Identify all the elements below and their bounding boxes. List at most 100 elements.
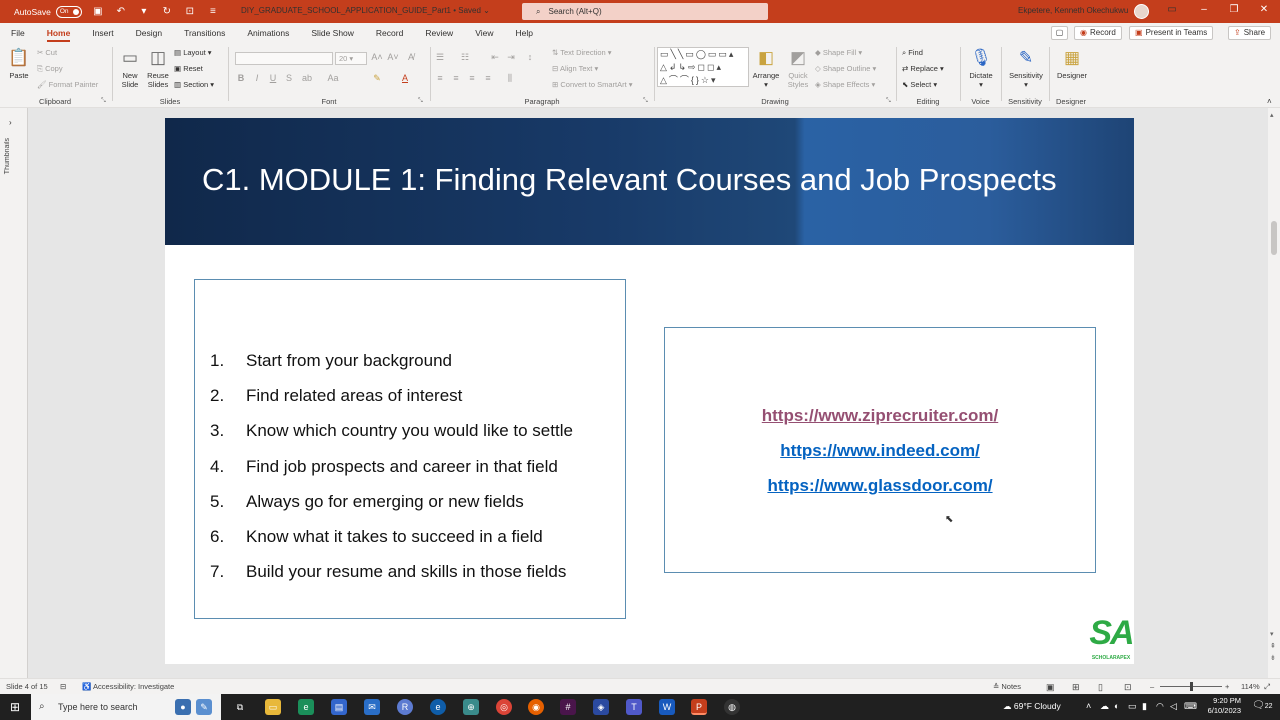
font-name-combo[interactable]	[235, 52, 333, 65]
align-left-icon[interactable]: ≡	[434, 73, 446, 83]
line-spacing-icon[interactable]: ↕	[524, 52, 536, 62]
tab-transitions[interactable]: Transitions	[173, 23, 236, 43]
volume-icon[interactable]: ◁	[1170, 701, 1177, 712]
obs-icon[interactable]: ◍	[724, 699, 740, 715]
change-case-icon[interactable]: Aa	[327, 73, 339, 83]
show-hidden-icons[interactable]: ˄	[1086, 701, 1091, 711]
tab-review[interactable]: Review	[414, 23, 464, 43]
tab-animations[interactable]: Animations	[236, 23, 300, 43]
tab-slide-show[interactable]: Slide Show	[300, 23, 365, 43]
increase-indent-icon[interactable]: ⇥	[505, 52, 517, 63]
slide-title[interactable]: C1. MODULE 1: Finding Relevant Courses a…	[202, 162, 1057, 198]
copy-button[interactable]: ⎘ Copy	[37, 64, 63, 74]
ribbon-display-icon[interactable]: ▭	[1164, 4, 1180, 15]
justify-icon[interactable]: ≡	[482, 73, 494, 83]
autosave-toggle[interactable]: On	[55, 5, 82, 18]
strikethrough-button[interactable]: S	[283, 73, 295, 83]
clear-formatting-icon[interactable]: A̸	[405, 52, 417, 62]
restore-icon[interactable]: ❐	[1226, 4, 1242, 15]
indeed-link[interactable]: https://www.indeed.com/	[665, 441, 1095, 461]
edge-dev-icon[interactable]: e	[430, 699, 446, 715]
present-in-teams-button[interactable]: ▣ Present in Teams	[1129, 26, 1214, 40]
normal-view-icon[interactable]: ▣	[1046, 682, 1055, 693]
tab-insert[interactable]: Insert	[81, 23, 124, 43]
section-button[interactable]: ▥ Section ▾	[174, 80, 214, 89]
align-right-icon[interactable]: ≡	[466, 73, 478, 83]
zoom-out-icon[interactable]: –	[1150, 682, 1154, 691]
teams-icon[interactable]: T	[626, 699, 642, 715]
task-view-icon[interactable]: ⧉	[232, 699, 248, 715]
increase-font-icon[interactable]: A˄	[371, 52, 383, 62]
onedrive-icon[interactable]: ☁	[1100, 701, 1109, 712]
dropdown-icon[interactable]: ▾	[137, 6, 151, 17]
close-icon[interactable]: ✕	[1256, 4, 1272, 15]
format-painter-button[interactable]: 🖌 Format Painter	[37, 80, 98, 89]
steps-textbox[interactable]: 1. Start from your background 2. Find rela…	[194, 279, 626, 619]
character-spacing-icon[interactable]: ab	[301, 73, 313, 83]
language-icon[interactable]: ⌨	[1184, 701, 1197, 712]
accessibility-button[interactable]: ♿ Accessibility: Investigate	[82, 682, 174, 691]
dictate-button[interactable]: 🎙 Dictate ▾	[965, 47, 997, 89]
zoom-in-icon[interactable]: +	[1225, 682, 1229, 691]
notification-center-icon[interactable]: 🗨22	[1252, 700, 1273, 711]
notes-button[interactable]: ≙ Notes	[993, 682, 1021, 691]
font-launcher-icon[interactable]: ⤡	[418, 98, 423, 105]
slideshow-view-icon[interactable]: ⊡	[1124, 682, 1132, 693]
designer-button[interactable]: ▦ Designer	[1052, 47, 1092, 80]
r-app-icon[interactable]: R	[397, 699, 413, 715]
user-name[interactable]: Ekpetere, Kenneth Okechukwu	[1018, 6, 1128, 15]
tab-home[interactable]: Home	[36, 23, 82, 43]
redo-icon[interactable]: ↻	[160, 6, 174, 17]
tab-file[interactable]: File	[0, 23, 36, 43]
shape-fill-button[interactable]: ◆ Shape Fill ▾	[815, 48, 862, 57]
tab-view[interactable]: View	[464, 23, 504, 43]
find-button[interactable]: ⌕ Find	[902, 48, 923, 58]
zoom-level[interactable]: 114%	[1241, 682, 1260, 691]
slack-icon[interactable]: #	[560, 699, 576, 715]
tab-design[interactable]: Design	[125, 23, 173, 43]
store-icon[interactable]: ▤	[331, 699, 347, 715]
quick-styles-button[interactable]: ◩ Quick Styles	[783, 47, 813, 89]
file-explorer-icon[interactable]: ▭	[265, 699, 281, 715]
chrome-icon[interactable]: ◎	[496, 699, 512, 715]
windows-start-icon[interactable]: ⊞	[10, 700, 20, 714]
fit-slide-icon[interactable]: ⤢	[1264, 682, 1270, 692]
scroll-up-icon[interactable]: ▴	[1270, 111, 1274, 119]
word-icon[interactable]: W	[659, 699, 675, 715]
reuse-slides-button[interactable]: ◫ Reuse Slides	[144, 47, 172, 89]
bullets-icon[interactable]: ☰	[434, 52, 446, 63]
shape-effects-button[interactable]: ◈ Shape Effects ▾	[815, 80, 875, 89]
battery-icon[interactable]: ▮	[1142, 701, 1147, 712]
glassdoor-link[interactable]: https://www.glassdoor.com/	[665, 476, 1095, 496]
font-color-icon[interactable]: A	[399, 73, 411, 83]
tab-record[interactable]: Record	[365, 23, 414, 43]
slide-sorter-icon[interactable]: ⊞	[1072, 682, 1080, 693]
expand-thumbnails-icon[interactable]: ›	[9, 118, 12, 127]
numbering-icon[interactable]: ☷	[459, 52, 471, 63]
layout-button[interactable]: ▤ Layout ▾	[174, 48, 212, 57]
powerpoint-icon[interactable]: P	[691, 699, 707, 715]
paste-button[interactable]: 📋 Paste	[6, 47, 32, 80]
font-size-combo[interactable]: 20 ▾	[335, 52, 367, 65]
replace-button[interactable]: ⇄ Replace ▾	[902, 64, 944, 73]
reset-button[interactable]: ▣ Reset	[174, 64, 203, 73]
edge-icon[interactable]: e	[298, 699, 314, 715]
decrease-indent-icon[interactable]: ⇤	[489, 52, 501, 63]
wifi-icon[interactable]: ◠	[1156, 701, 1164, 712]
paragraph-launcher-icon[interactable]: ⤡	[643, 98, 648, 105]
shapes-gallery[interactable]: ▭╲╲▭◯▭▭▴ △↲↳⇨◻◻▴ △⌒⌒{}☆▾	[657, 47, 749, 87]
sensitivity-button[interactable]: ✎ Sensitivity ▾	[1004, 47, 1048, 89]
document-title[interactable]: DIY_GRADUATE_SCHOOL_APPLICATION_GUIDE_Pa…	[241, 6, 490, 15]
italic-button[interactable]: I	[251, 73, 263, 83]
comments-button[interactable]: ▢	[1051, 26, 1068, 40]
spelling-icon[interactable]: ⊟	[60, 682, 66, 691]
avatar[interactable]	[1134, 4, 1149, 19]
cortana-icon[interactable]: ●	[175, 699, 191, 715]
vpn-icon[interactable]: ◈	[593, 699, 609, 715]
columns-icon[interactable]: ⫼	[504, 73, 516, 84]
pen-icon[interactable]: ✎	[196, 699, 212, 715]
bold-button[interactable]: B	[235, 73, 247, 83]
zoom-slider-handle[interactable]	[1190, 682, 1193, 691]
convert-smartart-button[interactable]: ⊞ Convert to SmartArt ▾	[552, 80, 633, 89]
drawing-launcher-icon[interactable]: ⤡	[886, 98, 891, 105]
